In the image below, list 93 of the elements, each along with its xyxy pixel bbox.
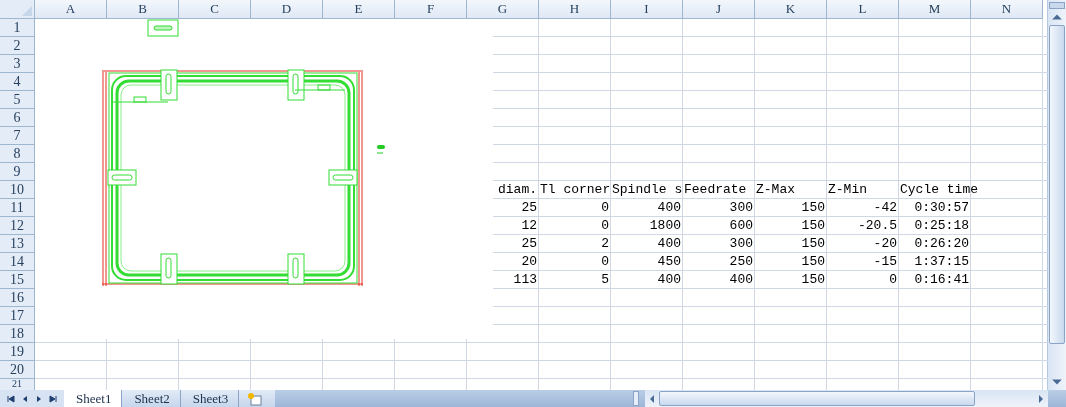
right-arrow-icon[interactable] — [1038, 393, 1044, 404]
row-header[interactable]: 9 — [0, 163, 35, 181]
table-cell: 150 — [801, 199, 825, 216]
row-header[interactable]: 7 — [0, 127, 35, 145]
row-header[interactable]: 14 — [0, 253, 35, 271]
column-header[interactable]: N — [971, 0, 1043, 19]
row-header[interactable]: 17 — [0, 307, 35, 325]
row-header[interactable]: 10 — [0, 181, 35, 199]
first-sheet-icon[interactable] — [6, 393, 16, 404]
row-header[interactable]: 5 — [0, 91, 35, 109]
row-header[interactable]: 20 — [0, 361, 35, 379]
split-handle[interactable] — [1049, 2, 1065, 9]
table-cell: 400 — [657, 235, 681, 252]
table-cell: 300 — [729, 199, 753, 216]
new-sheet-icon — [247, 391, 264, 406]
scroll-thumb[interactable] — [1049, 25, 1065, 344]
table-cell: -20.5 — [858, 217, 897, 234]
column-header[interactable]: I — [611, 0, 683, 19]
table-cell: 0:25:18 — [914, 217, 969, 234]
scroll-thumb[interactable] — [659, 391, 976, 406]
row-header[interactable]: 4 — [0, 73, 35, 91]
down-arrow-icon[interactable] — [1051, 378, 1063, 386]
column-header[interactable]: K — [755, 0, 827, 19]
header-cell: Cycle time — [900, 181, 978, 198]
sheet-tab[interactable]: Sheet1 — [64, 390, 123, 407]
vertical-scrollbar[interactable] — [1047, 0, 1066, 390]
row-header[interactable]: 3 — [0, 55, 35, 73]
sheet-tab[interactable]: Sheet2 — [122, 390, 181, 407]
row-header[interactable]: 13 — [0, 235, 35, 253]
table-cell: 5 — [601, 271, 609, 288]
header-cell: Z-Max — [756, 181, 795, 198]
table-cell: 150 — [801, 253, 825, 270]
column-header[interactable]: G — [467, 0, 539, 19]
table-cell: 400 — [729, 271, 753, 288]
table-cell: 150 — [801, 271, 825, 288]
triangle-icon — [22, 6, 32, 16]
last-sheet-icon[interactable] — [48, 393, 58, 404]
table-cell: 1800 — [649, 217, 681, 234]
header-cell: Z-Min — [828, 181, 867, 198]
column-header[interactable]: C — [179, 0, 251, 19]
column-header[interactable]: B — [107, 0, 179, 19]
table-cell: 0:26:20 — [914, 235, 969, 252]
table-cell: 0 — [601, 217, 609, 234]
row-header[interactable]: 6 — [0, 109, 35, 127]
up-arrow-icon[interactable] — [1051, 13, 1063, 21]
column-header[interactable]: J — [683, 0, 755, 19]
table-cell: 0 — [889, 271, 897, 288]
header-cell: Tl corner — [540, 181, 611, 198]
row-header[interactable]: 2 — [0, 37, 35, 55]
column-header[interactable]: D — [251, 0, 323, 19]
row-header[interactable]: 1 — [0, 19, 35, 37]
table-cell: 0:16:41 — [914, 271, 969, 288]
table-cell: 20 — [521, 253, 537, 270]
header-cell: Spindle s — [612, 181, 683, 198]
table-cell: -20 — [873, 235, 897, 252]
table-cell: 12 — [521, 217, 537, 234]
table-cell: 0:30:57 — [914, 199, 969, 216]
header-cell: Feedrate — [684, 181, 747, 198]
table-cell: 1:37:15 — [914, 253, 969, 270]
column-header[interactable]: M — [899, 0, 971, 19]
table-cell: 113 — [513, 271, 537, 288]
split-handle[interactable] — [633, 391, 640, 406]
table-cell: -15 — [873, 253, 897, 270]
table-cell: 0 — [601, 253, 609, 270]
column-header[interactable]: A — [35, 0, 107, 19]
row-header[interactable]: 16 — [0, 289, 35, 307]
column-header[interactable]: L — [827, 0, 899, 19]
left-arrow-icon[interactable] — [649, 393, 656, 404]
horizontal-scrollbar[interactable] — [645, 390, 1048, 407]
table-cell: 2 — [601, 235, 609, 252]
column-header[interactable]: H — [539, 0, 611, 19]
row-header[interactable]: 8 — [0, 145, 35, 163]
table-cell: 600 — [729, 217, 753, 234]
row-header[interactable]: 12 — [0, 217, 35, 235]
table-cell: -42 — [873, 199, 897, 216]
header-cell: diam. — [498, 181, 537, 198]
column-header[interactable]: F — [395, 0, 467, 19]
sheet-tab[interactable]: Sheet3 — [180, 390, 240, 407]
table-cell: 25 — [521, 199, 537, 216]
row-header[interactable]: 18 — [0, 325, 35, 343]
table-cell: 400 — [657, 199, 681, 216]
row-header[interactable]: 19 — [0, 343, 35, 361]
table-cell: 450 — [657, 253, 681, 270]
table-cell: 150 — [801, 217, 825, 234]
table-cell: 25 — [521, 235, 537, 252]
table-cell: 250 — [729, 253, 753, 270]
table-cell: 400 — [657, 271, 681, 288]
row-header[interactable]: 11 — [0, 199, 35, 217]
table-cell: 150 — [801, 235, 825, 252]
column-header[interactable]: E — [323, 0, 395, 19]
table-cell: 0 — [601, 199, 609, 216]
row-header[interactable]: 15 — [0, 271, 35, 289]
table-cell: 300 — [729, 235, 753, 252]
